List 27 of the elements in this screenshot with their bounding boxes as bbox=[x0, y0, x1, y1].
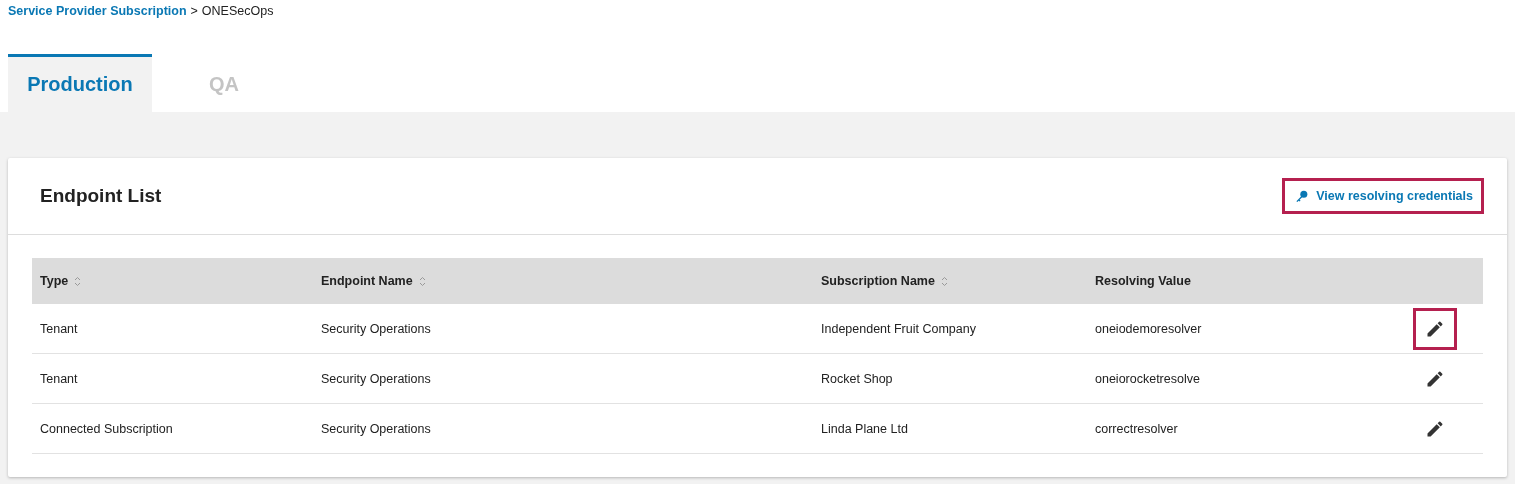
column-header: Resolving Value bbox=[1094, 274, 1192, 288]
table-cell-text: Rocket Shop bbox=[820, 371, 894, 386]
table-cell-text: Connected Subscription bbox=[39, 421, 174, 436]
pencil-icon bbox=[1425, 418, 1445, 439]
column-header[interactable]: Endpoint Name bbox=[313, 274, 813, 288]
table-cell-text: Tenant bbox=[39, 371, 79, 386]
table-cell-text: Security Operations bbox=[320, 371, 432, 386]
table-cell-text: correctresolver bbox=[1094, 421, 1179, 436]
table-cell-text: oneiodemoresolver bbox=[1094, 321, 1203, 336]
table-cell-text: Tenant bbox=[39, 321, 79, 336]
pencil-icon bbox=[1425, 368, 1445, 389]
breadcrumb-separator: > bbox=[190, 4, 198, 18]
breadcrumb-current: ONESecOps bbox=[201, 4, 274, 18]
view-credentials-link[interactable]: View resolving credentials bbox=[1282, 178, 1484, 214]
tab[interactable]: Production bbox=[8, 54, 152, 112]
card-title: Endpoint List bbox=[40, 185, 162, 207]
table-cell-text: Security Operations bbox=[320, 321, 432, 336]
key-icon bbox=[1295, 189, 1309, 203]
edit-button[interactable] bbox=[1413, 307, 1457, 350]
column-header[interactable]: Subscription Name bbox=[813, 274, 1087, 288]
table-cell-text: Security Operations bbox=[320, 421, 432, 436]
pencil-icon bbox=[1425, 318, 1445, 339]
table-cell-text: Linda Plane Ltd bbox=[820, 421, 909, 436]
breadcrumb-link[interactable]: Service Provider Subscription bbox=[8, 4, 187, 18]
table-cell-text: oneiorocketresolve bbox=[1094, 371, 1201, 386]
column-header[interactable]: Type bbox=[32, 274, 313, 288]
table-cell-text: Independent Fruit Company bbox=[820, 321, 977, 336]
